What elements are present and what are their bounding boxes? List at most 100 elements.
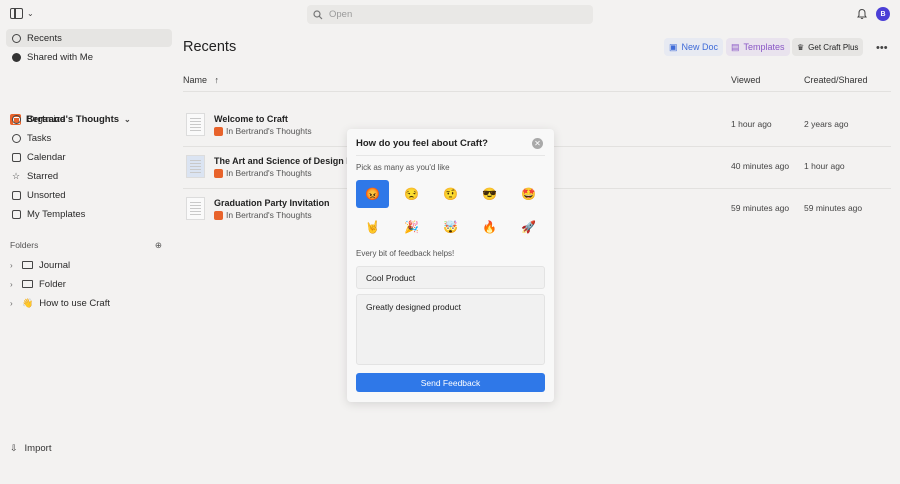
sidebar-item-my-templates[interactable]: My Templates [6, 205, 172, 223]
sidebar-item-tasks[interactable]: Tasks [6, 129, 172, 147]
document-title: Graduation Party Invitation [214, 198, 330, 208]
header-divider [183, 91, 891, 92]
templates-button[interactable]: ▤ Templates [726, 38, 790, 56]
emoji-option-rocket[interactable]: 🚀 [512, 213, 545, 241]
location-label: In Bertrand's Thoughts [226, 210, 312, 220]
sidebar-item-starred[interactable]: ☆ Starred [6, 167, 172, 185]
viewed-cell: 1 hour ago [731, 119, 772, 129]
feedback-textarea[interactable]: Greatly designed product [356, 294, 545, 365]
folder-label: Folder [39, 278, 66, 290]
sidebar-item-shared-with-me[interactable]: Shared with Me [6, 48, 172, 66]
craft-logo-icon [214, 168, 223, 178]
folders-header: Folders ⊕ [10, 240, 162, 251]
sidebar: Recents Shared with Me Bertrand's Though… [0, 29, 175, 484]
emoji-option-fire[interactable]: 🔥 [473, 213, 506, 241]
templates-icon [11, 209, 21, 219]
emoji-option-unamused[interactable]: 😒 [395, 180, 428, 208]
document-title: Welcome to Craft [214, 114, 288, 124]
folder-icon [22, 280, 33, 288]
chevron-down-icon: ⌄ [27, 9, 34, 18]
location-label: In Bertrand's Thoughts [226, 126, 312, 136]
sidebar-panel-icon [10, 8, 23, 19]
created-cell: 1 hour ago [804, 161, 845, 171]
add-folder-icon[interactable]: ⊕ [155, 240, 162, 251]
document-title: The Art and Science of Design Engi [214, 156, 366, 166]
document-thumbnail [186, 197, 205, 220]
sidebar-item-label: Tasks [27, 132, 52, 144]
top-bar: ⌄ Open B [0, 0, 900, 29]
craft-logo-icon [214, 126, 223, 136]
send-feedback-button[interactable]: Send Feedback [356, 373, 545, 392]
page-title: Recents [183, 39, 237, 55]
feedback-dialog: How do you feel about Craft? ✕ Pick as m… [347, 129, 554, 402]
sidebar-toggle-button[interactable]: ⌄ [10, 8, 34, 19]
document-location: In Bertrand's Thoughts [214, 210, 312, 220]
location-label: In Bertrand's Thoughts [226, 168, 312, 178]
sidebar-item-label: Calendar [27, 151, 66, 163]
emoji-option-star-struck[interactable]: 🤩 [512, 180, 545, 208]
feedback-hint: Every bit of feedback helps! [356, 249, 455, 258]
crown-icon: ♛ [797, 42, 805, 52]
chevron-right-icon[interactable]: › [10, 261, 16, 270]
sidebar-item-label: Recents [27, 32, 62, 44]
emoji-option-party[interactable]: 🎉 [395, 213, 428, 241]
viewed-cell: 59 minutes ago [731, 203, 790, 213]
sidebar-item-label: Shared with Me [27, 51, 94, 63]
more-options-icon[interactable]: ••• [876, 42, 888, 54]
folder-label: Journal [39, 259, 71, 271]
craft-logo-icon [214, 210, 223, 220]
emoji-option-sunglasses[interactable]: 😎 [473, 180, 506, 208]
column-name-label: Name [183, 75, 208, 85]
chevron-right-icon[interactable]: › [10, 299, 16, 308]
get-craft-plus-label: Get Craft Plus [808, 42, 859, 52]
import-button[interactable]: ⇩ Import [10, 443, 51, 454]
folder-item-journal[interactable]: › Journal [10, 257, 70, 273]
created-cell: 59 minutes ago [804, 203, 863, 213]
templates-icon: ▤ [731, 41, 740, 52]
sidebar-item-organize[interactable]: Organize [6, 110, 172, 128]
emoji-option-rock-on[interactable]: 🤘 [356, 213, 389, 241]
sort-arrow-up-icon: ↑ [214, 75, 220, 85]
column-header-created[interactable]: Created/Shared [804, 75, 868, 85]
folder-icon [22, 261, 33, 269]
folders-label: Folders [10, 240, 39, 250]
avatar[interactable]: B [876, 7, 890, 21]
wave-emoji-icon: 👋 [22, 297, 34, 308]
new-doc-label: New Doc [681, 42, 719, 52]
pick-hint: Pick as many as you'd like [356, 163, 450, 172]
column-header-name[interactable]: Name ↑ [183, 75, 219, 85]
star-icon: ☆ [11, 170, 21, 181]
sidebar-item-label: My Templates [27, 208, 86, 220]
sidebar-item-recents[interactable]: Recents [6, 29, 172, 47]
new-doc-button[interactable]: ▣ New Doc [664, 38, 724, 56]
sidebar-item-calendar[interactable]: Calendar [6, 148, 172, 166]
unsorted-icon [11, 190, 21, 200]
shared-icon [11, 52, 21, 62]
close-icon[interactable]: ✕ [532, 138, 543, 149]
folder-item-how-to-use-craft[interactable]: › 👋 How to use Craft [10, 295, 110, 311]
created-cell: 2 years ago [804, 119, 849, 129]
dialog-title: How do you feel about Craft? [356, 138, 488, 149]
bell-icon[interactable] [856, 8, 868, 20]
chevron-right-icon[interactable]: › [10, 280, 16, 289]
emoji-option-raised-eyebrow[interactable]: 🤨 [434, 180, 467, 208]
search-icon [313, 9, 323, 19]
folder-item-folder[interactable]: › Folder [10, 276, 66, 292]
templates-label: Templates [743, 42, 785, 52]
search-input[interactable]: Open [307, 5, 593, 24]
sidebar-item-label: Unsorted [27, 189, 66, 201]
sidebar-item-unsorted[interactable]: Unsorted [6, 186, 172, 204]
search-placeholder: Open [329, 9, 353, 20]
get-craft-plus-button[interactable]: ♛ Get Craft Plus [792, 38, 864, 56]
emoji-option-mind-blown[interactable]: 🤯 [434, 213, 467, 241]
feedback-title-field[interactable]: Cool Product [356, 266, 545, 289]
document-location: In Bertrand's Thoughts [214, 126, 312, 136]
new-doc-icon: ▣ [669, 41, 678, 52]
folder-label: How to use Craft [39, 297, 110, 309]
column-header-viewed[interactable]: Viewed [731, 75, 760, 85]
viewed-cell: 40 minutes ago [731, 161, 790, 171]
import-icon: ⇩ [10, 443, 18, 453]
calendar-icon [11, 152, 21, 162]
clock-icon [11, 33, 21, 43]
emoji-option-angry[interactable]: 😡 [356, 180, 389, 208]
